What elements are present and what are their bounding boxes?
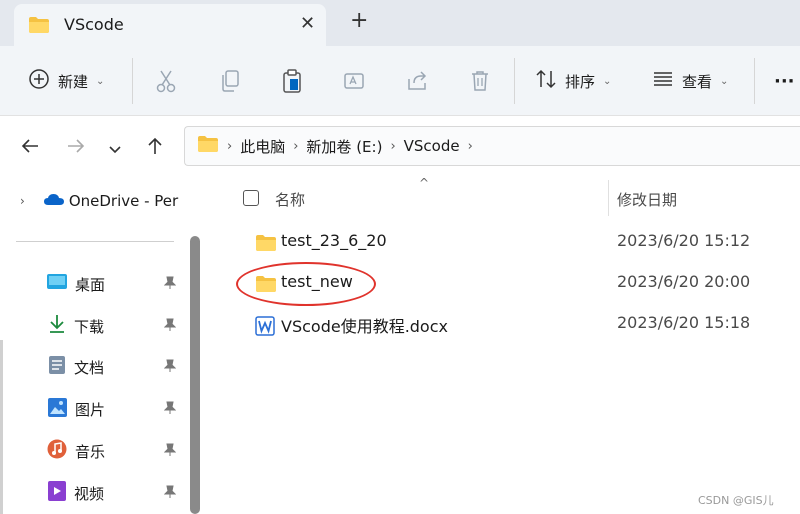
sidebar-item-label: 文档: [74, 358, 105, 377]
column-header-row: ^ 名称 修改日期: [205, 176, 800, 218]
close-icon[interactable]: ✕: [300, 13, 315, 34]
file-name: test_23_6_20: [281, 231, 387, 250]
sidebar-item-label: 视频: [74, 484, 105, 503]
window-edge: [0, 340, 3, 514]
breadcrumb-separator: ›: [293, 138, 299, 154]
folder-icon: [255, 234, 277, 256]
navigation-pane: › OneDrive - Per 桌面 下载 文档 图片 音乐 视频: [0, 178, 205, 514]
breadcrumb-separator: ›: [390, 138, 396, 154]
file-date: 2023/6/20 15:12: [617, 231, 751, 250]
new-button[interactable]: 新建 ⌄: [28, 46, 104, 116]
onedrive-cloud-icon: [43, 192, 65, 210]
pin-icon[interactable]: [163, 401, 177, 419]
copy-icon[interactable]: [219, 69, 241, 97]
annotation-highlight-oval: [236, 262, 376, 306]
download-icon: [48, 314, 66, 338]
breadcrumb-vscode[interactable]: VScode: [404, 137, 460, 155]
delete-icon[interactable]: [469, 69, 491, 97]
view-button[interactable]: 查看 ⌄: [652, 46, 728, 116]
sidebar-scrollbar[interactable]: [190, 236, 200, 514]
separator: [132, 58, 133, 104]
sidebar-item-label: 音乐: [75, 442, 106, 461]
folder-icon: [197, 135, 219, 157]
command-bar: 新建 ⌄ 排序 ⌄ 查看 ⌄ ···: [0, 46, 800, 116]
share-icon[interactable]: [406, 69, 428, 97]
file-name: VScode使用教程.docx: [281, 317, 448, 336]
sidebar-item-label: OneDrive - Per: [68, 192, 179, 210]
sidebar-item-label: 图片: [75, 400, 106, 419]
pin-icon[interactable]: [163, 359, 177, 377]
up-arrow-icon[interactable]: [145, 136, 165, 160]
file-row[interactable]: VScode使用教程.docx 2023/6/20 15:18: [205, 304, 800, 344]
tab-vscode[interactable]: VScode ✕: [14, 4, 326, 46]
sidebar-item-videos[interactable]: 视频: [0, 474, 190, 512]
chevron-down-icon: ⌄: [720, 75, 729, 87]
sidebar-item-pictures[interactable]: 图片: [0, 390, 190, 428]
sort-button[interactable]: 排序 ⌄: [535, 46, 611, 116]
tab-title: VScode: [64, 15, 124, 34]
sidebar-item-downloads[interactable]: 下载: [0, 307, 190, 345]
column-header-name[interactable]: 名称: [275, 189, 305, 210]
forward-arrow-icon[interactable]: [66, 136, 86, 160]
separator: [514, 58, 515, 104]
separator: [754, 58, 755, 104]
videos-icon: [48, 481, 66, 505]
watermark: CSDN @GIS儿: [698, 494, 774, 507]
chevron-right-icon: ›: [20, 194, 25, 208]
divider: [16, 241, 174, 242]
word-document-icon: [255, 316, 275, 340]
folder-icon: [28, 16, 50, 38]
sidebar-item-music[interactable]: 音乐: [0, 432, 190, 470]
documents-icon: [48, 355, 66, 379]
breadcrumb-this-pc[interactable]: 此电脑: [240, 136, 285, 157]
cut-icon[interactable]: [155, 69, 177, 97]
sidebar-item-label: 下载: [74, 317, 105, 336]
file-date: 2023/6/20 20:00: [617, 272, 751, 291]
sidebar-item-label: 桌面: [75, 275, 106, 294]
view-label: 查看: [682, 72, 713, 91]
sort-icon: [535, 68, 557, 94]
sort-label: 排序: [565, 72, 596, 91]
new-tab-button[interactable]: +: [350, 8, 368, 33]
select-all-checkbox[interactable]: [243, 190, 259, 206]
music-icon: [47, 439, 67, 463]
sort-caret-icon: ^: [419, 176, 430, 190]
rename-icon[interactable]: [343, 69, 365, 97]
file-date: 2023/6/20 15:18: [617, 313, 751, 332]
new-label: 新建: [58, 72, 89, 91]
address-bar[interactable]: › 此电脑 › 新加卷 (E:) › VScode ›: [184, 126, 800, 166]
pin-icon[interactable]: [163, 443, 177, 461]
pin-icon[interactable]: [163, 485, 177, 503]
sidebar-item-desktop[interactable]: 桌面: [0, 265, 190, 303]
chevron-down-icon: ⌄: [603, 75, 612, 87]
breadcrumb-separator: ›: [227, 138, 233, 154]
breadcrumb-separator: ›: [467, 138, 473, 154]
sidebar-item-documents[interactable]: 文档: [0, 348, 190, 386]
column-divider[interactable]: [608, 180, 609, 216]
pin-icon[interactable]: [163, 276, 177, 294]
file-row[interactable]: test_23_6_20 2023/6/20 15:12: [205, 222, 800, 262]
sidebar-item-onedrive[interactable]: › OneDrive - Per: [0, 182, 190, 220]
paste-icon[interactable]: [281, 69, 303, 97]
view-icon: [652, 68, 674, 94]
pictures-icon: [48, 397, 67, 421]
file-list: ^ 名称 修改日期 test_23_6_20 2023/6/20 15:12 t…: [205, 176, 800, 514]
more-button[interactable]: ···: [774, 46, 795, 116]
chevron-down-icon: ⌄: [96, 75, 105, 87]
recent-chevron-icon[interactable]: [108, 140, 122, 159]
column-header-date-modified[interactable]: 修改日期: [617, 189, 677, 210]
pin-icon[interactable]: [163, 318, 177, 336]
navigation-row: › 此电脑 › 新加卷 (E:) › VScode ›: [0, 116, 800, 178]
back-arrow-icon[interactable]: [20, 136, 40, 160]
new-icon: [28, 68, 50, 94]
breadcrumb-drive-e[interactable]: 新加卷 (E:): [306, 136, 382, 157]
desktop-icon: [47, 274, 67, 294]
tab-strip: VScode ✕ +: [0, 0, 800, 46]
